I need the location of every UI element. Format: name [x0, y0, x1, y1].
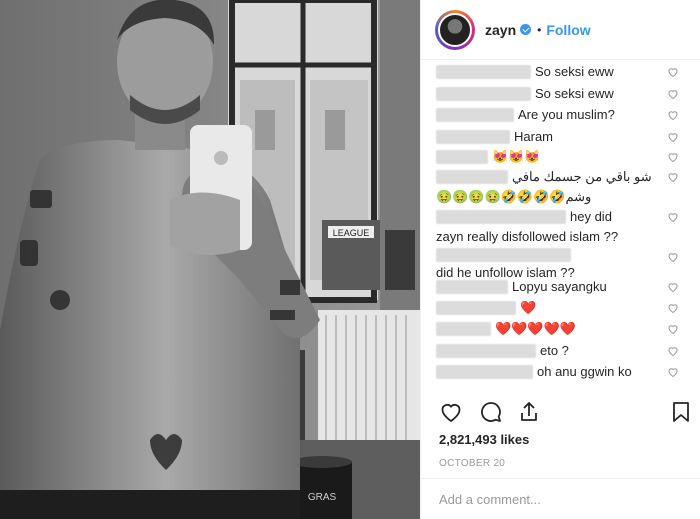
blurred-username — [436, 280, 508, 294]
comment-text: So seksi eww — [535, 64, 614, 79]
like-comment-heart-icon[interactable] — [667, 131, 679, 143]
like-comment-heart-icon[interactable] — [667, 366, 679, 378]
blurred-username — [436, 170, 508, 184]
blurred-username — [436, 87, 531, 101]
poster-text: LEAGUE — [333, 228, 370, 238]
likes-count[interactable]: 2,821,493 likes — [439, 432, 529, 447]
heart-outline-icon[interactable] — [439, 400, 463, 424]
comment-text-line2: 🤢🤢🤢🤢🤣🤣🤣🤣وشم — [436, 189, 592, 204]
comment-text: شو باقي من جسمك مافي — [512, 169, 652, 184]
comment-item: Lopyu sayangku — [436, 278, 700, 296]
comment-item: Are you muslim? — [436, 106, 700, 124]
comment-item: Haram — [436, 128, 700, 146]
comment-item: hey did zayn really disfollowed islam ?? — [436, 208, 700, 246]
comment-text: oh anu ggwin ko — [537, 364, 632, 379]
blurred-username — [436, 108, 514, 122]
blurred-username — [436, 322, 491, 336]
comment-text: ❤️❤️❤️❤️❤️ — [495, 321, 576, 336]
username[interactable]: zayn — [485, 22, 516, 38]
blurred-username — [436, 248, 571, 262]
comment-item: ❤️❤️❤️❤️❤️ — [436, 320, 700, 338]
blurred-username — [436, 365, 533, 379]
like-comment-heart-icon[interactable] — [667, 66, 679, 78]
mirror-selfie-image: LEAGUE GRAS — [0, 0, 420, 519]
blurred-username — [436, 344, 536, 358]
add-comment-bar — [421, 478, 700, 519]
post-date: OCTOBER 20 — [439, 458, 506, 469]
blurred-username — [436, 150, 488, 164]
follow-button[interactable]: Follow — [546, 22, 590, 38]
comment-text: Haram — [514, 129, 554, 144]
comment-text-line2: zayn really disfollowed islam ?? — [436, 229, 619, 244]
add-comment-input[interactable] — [439, 491, 679, 507]
like-comment-heart-icon[interactable] — [667, 171, 679, 183]
separator-dot: • — [537, 22, 542, 37]
speech-bubble-icon[interactable] — [479, 400, 503, 424]
comment-item: did he unfollow islam ?? — [436, 248, 700, 282]
comment-item: شو باقي من جسمك مافي 🤢🤢🤢🤢🤣🤣🤣🤣وشم — [436, 168, 700, 206]
comment-item: oh anu ggwin ko — [436, 363, 700, 381]
like-comment-heart-icon[interactable] — [667, 151, 679, 163]
like-comment-heart-icon[interactable] — [667, 323, 679, 335]
comment-text: 😻😻😻 — [492, 149, 541, 164]
comment-item: So seksi eww — [436, 63, 700, 81]
comment-item: ❤️ — [436, 299, 700, 317]
bookmark-icon[interactable] — [669, 400, 693, 424]
comment-text: So seksi eww — [535, 86, 614, 101]
blurred-username — [436, 130, 510, 144]
avatar[interactable] — [435, 9, 475, 50]
post-actions — [421, 392, 700, 432]
like-comment-heart-icon[interactable] — [667, 88, 679, 100]
comment-text: hey did — [570, 209, 612, 224]
blurred-username — [436, 210, 566, 224]
comment-text: ❤️ — [520, 300, 537, 315]
like-comment-heart-icon[interactable] — [667, 345, 679, 357]
like-comment-heart-icon[interactable] — [667, 251, 679, 263]
comment-text: Lopyu sayangku — [512, 279, 607, 294]
comment-item: eto ? — [436, 342, 700, 360]
blurred-username — [436, 65, 531, 79]
like-comment-heart-icon[interactable] — [667, 211, 679, 223]
comment-item: So seksi eww — [436, 85, 700, 103]
post-photo[interactable]: LEAGUE GRAS — [0, 0, 420, 519]
post-side-panel: zayn • Follow So seksi eww So seksi eww … — [420, 0, 700, 519]
like-comment-heart-icon[interactable] — [667, 302, 679, 314]
post-header: zayn • Follow — [421, 0, 700, 60]
comments-list[interactable]: So seksi eww So seksi eww Are you muslim… — [421, 60, 700, 392]
comment-text: Are you muslim? — [518, 107, 615, 122]
mug-text: GRAS — [308, 492, 337, 503]
comment-item: 😻😻😻 — [436, 148, 700, 166]
comment-text: eto ? — [540, 343, 569, 358]
share-arrow-icon[interactable] — [517, 400, 541, 424]
verified-badge-icon — [520, 24, 532, 35]
like-comment-heart-icon[interactable] — [667, 281, 679, 293]
like-comment-heart-icon[interactable] — [667, 109, 679, 121]
blurred-username — [436, 301, 516, 315]
